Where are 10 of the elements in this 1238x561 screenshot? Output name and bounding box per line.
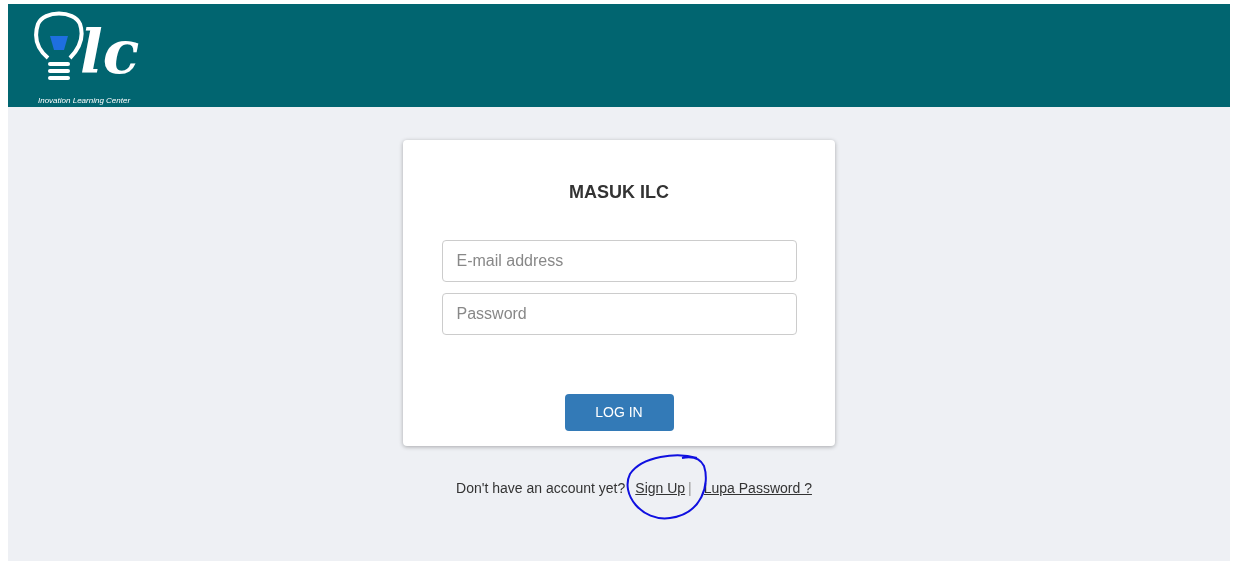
logo-tagline: Inovation Learning Center — [38, 96, 131, 106]
logo-text: lc — [80, 22, 140, 82]
link-separator: | — [688, 479, 692, 498]
signup-prompt: Don't have an account yet? — [456, 479, 626, 498]
login-title: MASUK ILC — [569, 181, 669, 204]
login-button[interactable]: LOG IN — [564, 394, 674, 431]
email-field[interactable]: E-mail address — [441, 240, 797, 282]
signup-link[interactable]: Sign Up — [635, 478, 686, 499]
forgot-password-link[interactable]: Lupa Password ? — [703, 478, 812, 499]
password-field[interactable]: Password — [441, 293, 797, 335]
